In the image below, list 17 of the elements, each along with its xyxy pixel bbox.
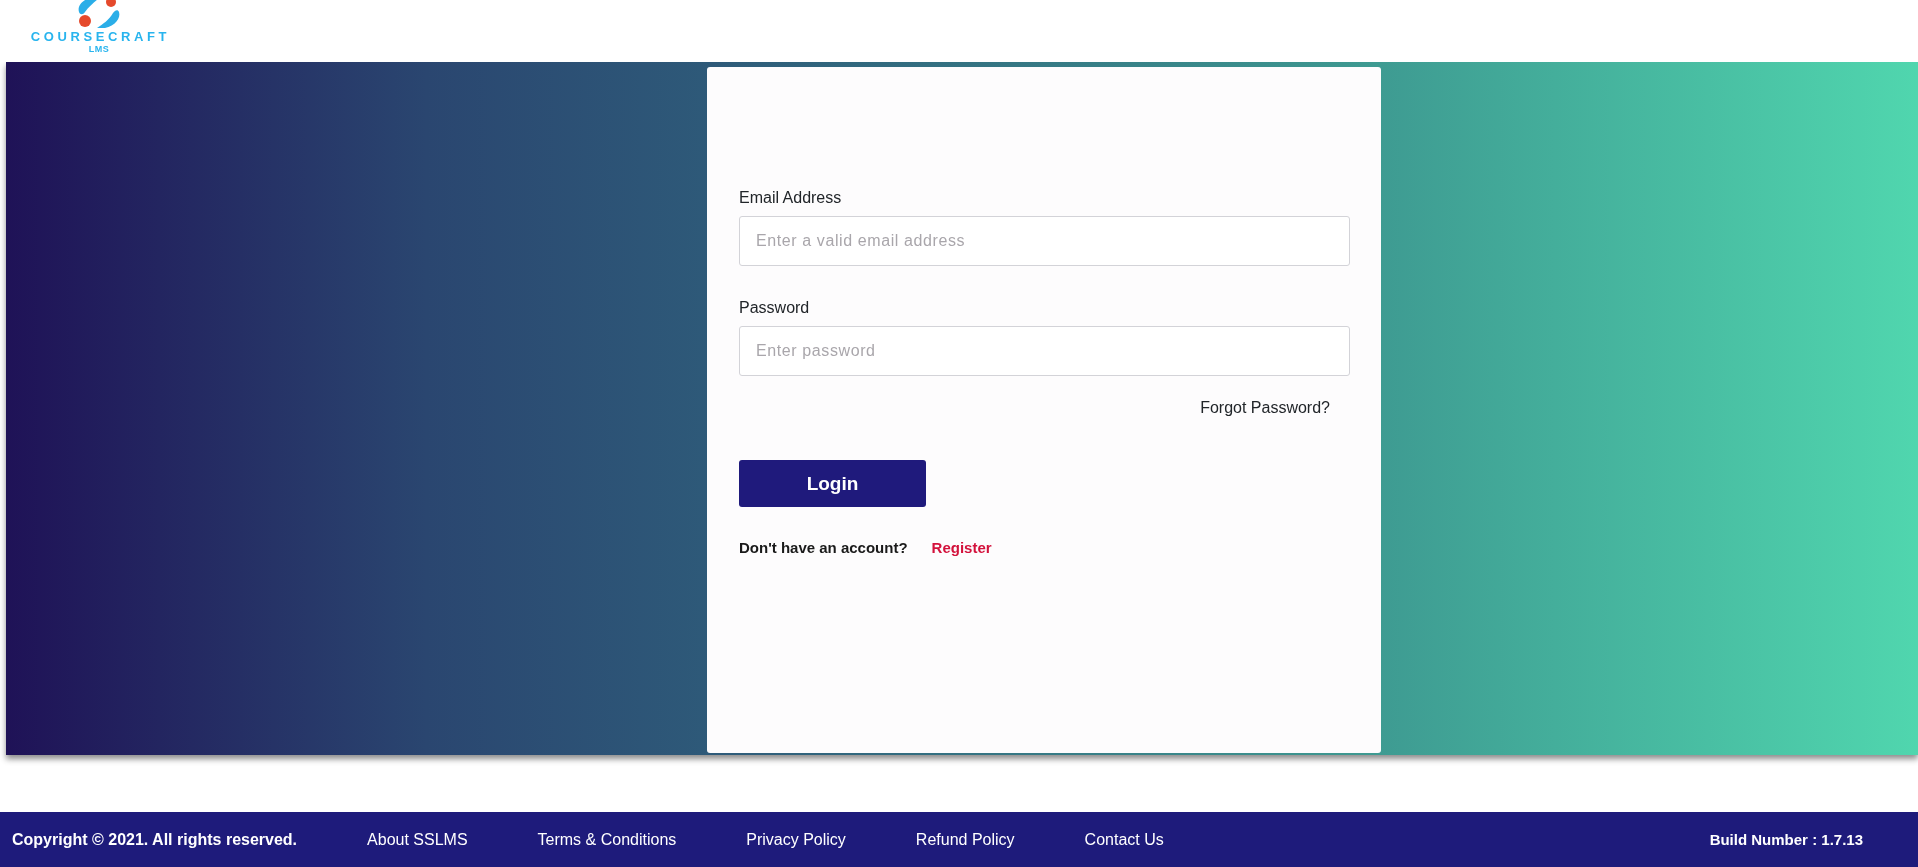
build-number: Build Number : 1.7.13 <box>1709 831 1863 848</box>
register-link[interactable]: Register <box>931 539 992 557</box>
field-label: Password <box>739 298 810 317</box>
logo-wordmark: COURSECRAFT <box>29 31 171 43</box>
footer-link[interactable]: Contact Us <box>1084 830 1164 849</box>
login-button[interactable]: Login <box>739 460 926 507</box>
input-field[interactable]: Enter password <box>739 326 1350 376</box>
logo-tagline: LMS <box>88 44 110 54</box>
footer-link[interactable]: Refund Policy <box>915 830 1015 849</box>
footer-link[interactable]: Terms & Conditions <box>537 830 677 849</box>
input-field[interactable]: Enter a valid email address <box>739 216 1350 266</box>
footer-link[interactable]: About SSLMS <box>367 830 468 849</box>
forgot-password-link[interactable]: Forgot Password? <box>1200 398 1330 417</box>
register-prompt: Don't have an account? <box>739 539 908 557</box>
field-label: Email Address <box>739 188 842 207</box>
copyright-text: Copyright © 2021. All rights reserved. <box>12 830 298 849</box>
footer-link[interactable]: Privacy Policy <box>746 830 846 849</box>
